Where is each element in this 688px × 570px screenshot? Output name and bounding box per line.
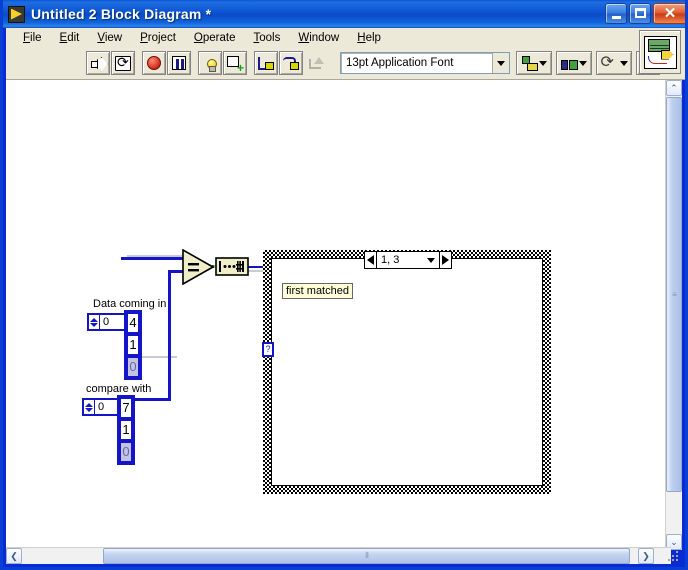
free-label-first-matched[interactable]: first matched <box>282 283 353 299</box>
title-bar: Untitled 2 Block Diagram * ✕ <box>3 0 685 28</box>
scroll-left-button[interactable]: ❮ <box>6 548 22 564</box>
reorder-icon <box>601 52 618 72</box>
retain-wire-values-button[interactable] <box>223 51 247 75</box>
spinner-arrows-icon[interactable] <box>89 315 100 329</box>
step-group <box>254 51 329 75</box>
run-continuously-icon <box>115 54 131 71</box>
step-into-icon <box>258 56 274 70</box>
lightbulb-icon <box>202 55 218 72</box>
data-coming-in-index-value: 0 <box>103 316 110 328</box>
step-out-button[interactable] <box>304 51 328 75</box>
menu-bar: File Edit View Project Operate Tools Win… <box>6 28 685 48</box>
vertical-scrollbar[interactable]: ⌃ ≡ ⌄ <box>665 80 682 550</box>
array-element[interactable]: 1 <box>119 419 133 441</box>
array-element[interactable]: 1 <box>126 334 140 356</box>
case-selector-value: 1, 3 <box>381 254 400 266</box>
minimize-button[interactable] <box>605 3 627 24</box>
search-1d-array-node[interactable] <box>215 257 249 276</box>
close-icon: ✕ <box>663 5 677 22</box>
scroll-up-button[interactable]: ⌃ <box>666 80 682 96</box>
menu-item-help[interactable]: Help <box>348 30 390 46</box>
array-element[interactable]: 0 <box>126 356 140 378</box>
wire-data-to-compare[interactable] <box>121 257 184 260</box>
menu-item-file[interactable]: File <box>14 30 51 46</box>
highlight-execution-button[interactable] <box>198 51 222 75</box>
case-structure-tunnel[interactable]: ? <box>262 342 274 357</box>
probe-icon <box>227 55 244 75</box>
labview-vi-icon <box>8 5 25 23</box>
distribute-objects-button[interactable] <box>556 51 592 75</box>
step-out-icon <box>308 56 324 70</box>
resize-grip[interactable] <box>667 549 681 563</box>
chevron-down-icon <box>579 60 587 66</box>
toolbar: 13pt Application Font <box>6 48 685 80</box>
menu-item-project[interactable]: Project <box>131 30 185 46</box>
vi-icon-button[interactable] <box>639 30 681 74</box>
chevron-down-icon <box>619 60 628 66</box>
execution-controls-group <box>142 51 192 75</box>
chevron-down-icon <box>497 60 505 66</box>
scroll-right-button[interactable]: ❯ <box>638 548 654 564</box>
data-coming-in-label: Data coming in <box>93 298 167 310</box>
run-button[interactable] <box>86 51 110 75</box>
arrow-left-icon[interactable] <box>365 252 377 268</box>
menu-item-view[interactable]: View <box>88 30 131 46</box>
step-into-button[interactable] <box>254 51 278 75</box>
horizontal-scroll-thumb[interactable]: ⦀ <box>103 548 630 564</box>
menu-item-edit[interactable]: Edit <box>51 30 89 46</box>
step-over-icon <box>283 56 299 70</box>
menu-item-window[interactable]: Window <box>289 30 348 46</box>
run-arrow-icon <box>90 57 106 70</box>
pause-button[interactable] <box>167 51 191 75</box>
abort-execution-button[interactable] <box>142 51 166 75</box>
vi-connector-pane-icon <box>643 35 677 69</box>
case-selector-label[interactable]: 1, 3 <box>364 251 452 269</box>
chevron-left-icon: ❮ <box>10 550 18 561</box>
chevron-right-icon: ❯ <box>642 550 650 561</box>
distribute-objects-icon <box>561 56 578 70</box>
vertical-scroll-thumb[interactable]: ≡ <box>666 97 682 492</box>
menu-item-operate[interactable]: Operate <box>185 30 245 46</box>
array-element[interactable]: 7 <box>119 397 133 419</box>
array-element[interactable]: 4 <box>126 312 140 334</box>
run-controls-group <box>86 51 136 75</box>
array-element[interactable]: 0 <box>119 441 133 463</box>
compare-with-label: compare with <box>86 383 152 395</box>
close-button[interactable]: ✕ <box>653 3 685 24</box>
labview-block-diagram-window: Untitled 2 Block Diagram * ✕ File Edit V… <box>0 0 688 570</box>
font-selector-dropdown[interactable] <box>492 53 509 73</box>
chevron-down-icon <box>539 60 547 66</box>
maximize-button[interactable] <box>629 3 651 24</box>
abort-stop-icon <box>147 56 161 70</box>
reorder-button[interactable] <box>596 51 632 75</box>
spinner-arrows-icon[interactable] <box>84 400 95 414</box>
arrow-right-icon[interactable] <box>439 252 451 268</box>
run-continuously-button[interactable] <box>111 51 135 75</box>
align-objects-icon <box>521 56 538 71</box>
compare-with-array[interactable]: 7 1 0 <box>117 395 135 465</box>
font-selector[interactable]: 13pt Application Font <box>340 52 510 74</box>
menu-item-tools[interactable]: Tools <box>244 30 289 46</box>
scroll-grip-icon: ⦀ <box>365 551 368 560</box>
maximize-icon <box>635 8 646 18</box>
chevron-up-icon: ⌃ <box>670 82 678 93</box>
align-objects-button[interactable] <box>516 51 552 75</box>
chevron-down-icon: ⌄ <box>670 536 678 547</box>
pause-icon <box>172 56 186 70</box>
minimize-icon <box>612 16 621 19</box>
horizontal-scrollbar[interactable]: ❮ ⦀ ❯ <box>6 547 671 564</box>
wire-compare-riser[interactable] <box>168 270 171 401</box>
data-coming-in-array[interactable]: 4 1 0 <box>124 310 142 380</box>
chevron-down-icon[interactable] <box>423 257 439 263</box>
window-title: Untitled 2 Block Diagram * <box>31 6 212 22</box>
step-over-button[interactable] <box>279 51 303 75</box>
scroll-grip-icon: ≡ <box>672 290 677 299</box>
caption-buttons: ✕ <box>605 3 685 24</box>
block-diagram-canvas[interactable]: Data coming in 0 4 1 0 compare with 0 7 … <box>6 80 671 550</box>
debug-group <box>198 51 248 75</box>
data-coming-in-index[interactable]: 0 <box>87 313 128 331</box>
font-selector-value: 13pt Application Font <box>346 57 454 69</box>
equal-comparison-node[interactable] <box>182 248 215 286</box>
